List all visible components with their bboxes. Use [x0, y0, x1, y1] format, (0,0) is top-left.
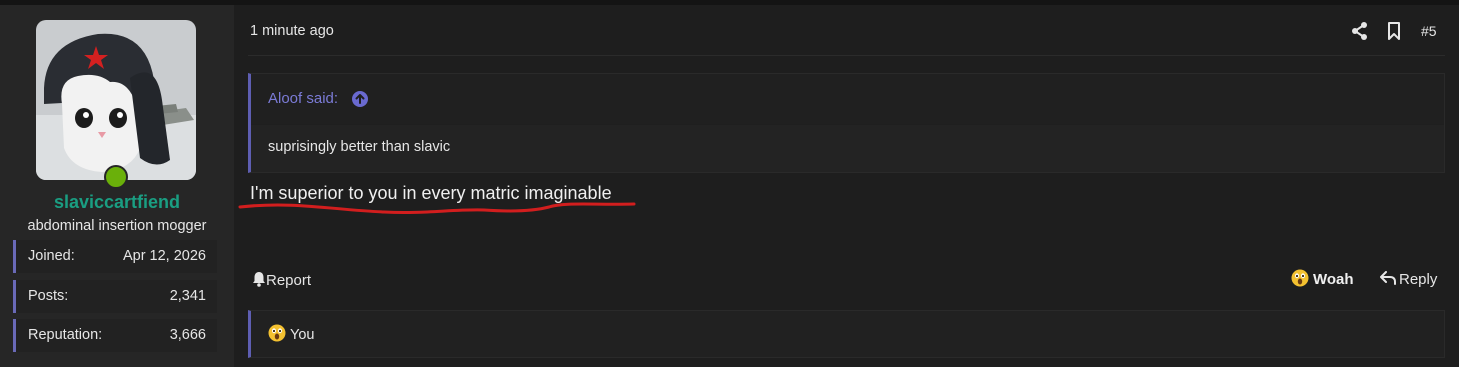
quote-body: suprisingly better than slavic: [251, 125, 1444, 172]
quote-header: Aloof said:: [251, 74, 1444, 124]
stat-posts: Posts: 2,341: [13, 280, 217, 313]
stat-value: 2,341: [169, 288, 206, 304]
report-button[interactable]: Report: [252, 271, 311, 289]
post-timestamp[interactable]: 1 minute ago: [250, 23, 334, 39]
reply-arrow-icon: [1380, 271, 1396, 285]
post-container: 1 minute ago #5 Aloof said: suprisingly …: [234, 5, 1459, 367]
quote-block: Aloof said: suprisingly better than slav…: [248, 73, 1445, 173]
reactions-summary-link[interactable]: You: [268, 324, 314, 343]
reply-button[interactable]: Reply: [1380, 271, 1437, 288]
avatar-image: [36, 20, 196, 180]
post-message: I'm superior to you in every matric imag…: [250, 183, 612, 203]
quote-text: suprisingly better than slavic: [268, 139, 451, 155]
astonished-emoji-icon: [268, 324, 286, 342]
reactions-summary-text: You: [290, 327, 315, 343]
share-icon[interactable]: [1351, 21, 1369, 41]
report-label: Report: [266, 272, 312, 289]
post-number-link[interactable]: #5: [1421, 23, 1437, 39]
bell-icon: [252, 271, 266, 287]
header-divider: [248, 55, 1445, 56]
user-info-panel: slaviccartfiend abdominal insertion mogg…: [0, 5, 234, 367]
bookmark-icon[interactable]: [1385, 21, 1403, 41]
stat-label: Joined:: [28, 248, 75, 264]
reactions-summary-bar: You: [248, 310, 1445, 358]
user-title: abdominal insertion mogger: [27, 218, 207, 234]
stat-label: Reputation:: [28, 327, 103, 343]
stat-value: Apr 12, 2026: [122, 248, 206, 264]
stat-value: 3,666: [169, 327, 206, 343]
arrow-up-circle-icon[interactable]: [351, 90, 369, 108]
reply-label: Reply: [1399, 271, 1438, 288]
reaction-button[interactable]: Woah: [1291, 269, 1354, 288]
online-status-indicator: [104, 165, 128, 189]
avatar[interactable]: [36, 20, 196, 180]
stat-label: Posts:: [28, 288, 69, 304]
post-header-actions: #5: [1351, 21, 1441, 43]
astonished-emoji-icon: [1291, 269, 1309, 287]
stat-joined: Joined: Apr 12, 2026: [13, 240, 217, 273]
stat-reputation: Reputation: 3,666: [13, 319, 217, 352]
username-link[interactable]: slaviccartfiend: [0, 192, 234, 213]
quote-author-link[interactable]: Aloof said:: [268, 90, 338, 107]
reaction-label: Woah: [1313, 271, 1354, 288]
